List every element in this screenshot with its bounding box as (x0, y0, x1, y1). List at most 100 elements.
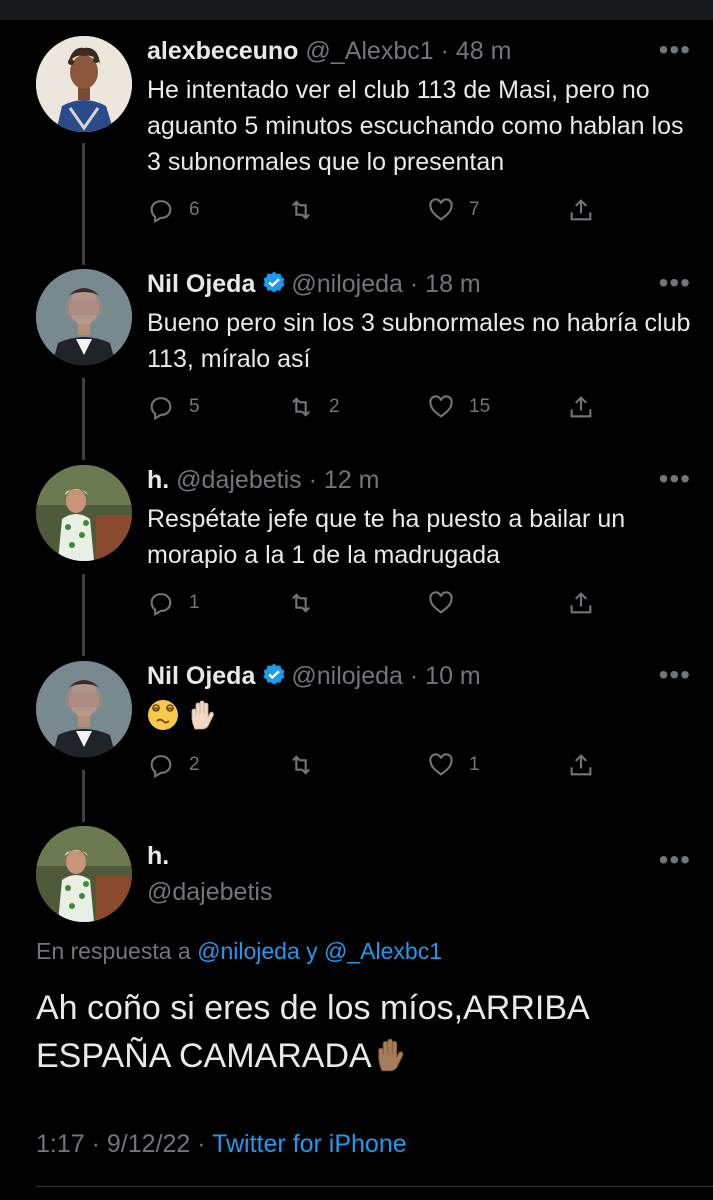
woozy-face-emoji-icon (148, 700, 178, 730)
retweet-icon (292, 755, 310, 775)
tweet-header: Nil Ojeda @nilojeda · 10 m (147, 661, 481, 691)
reply-icon (150, 593, 172, 617)
separator-dot: · (308, 466, 317, 494)
tweet[interactable]: alexbeceuno @_Alexbc1 · 48 m ••• He inte… (0, 34, 713, 236)
avatar[interactable] (36, 269, 132, 365)
main-text-line-content: ESPAÑA CAMARADA (36, 1037, 372, 1075)
heart-icon (429, 395, 453, 418)
raised-hand-emoji-icon (377, 1038, 404, 1072)
separator-dot: · (440, 37, 449, 65)
like-count: 15 (469, 396, 491, 417)
reply-count: 5 (189, 396, 200, 417)
main-tweet-text: Ah coño si eres de los míos,ARRIBA ESPAÑ… (36, 984, 686, 1080)
author-handle[interactable]: @_Alexbc1 (305, 37, 433, 65)
reply-button[interactable]: 2 (147, 747, 200, 783)
retweet-icon (292, 397, 310, 417)
retweet-icon (292, 593, 310, 613)
reply-count: 1 (189, 592, 200, 613)
tweet-timestamp[interactable]: 1:17 (36, 1130, 85, 1158)
reply-user-link[interactable]: @nilojeda (197, 938, 300, 964)
tweet-text (147, 699, 692, 735)
heart-icon (429, 753, 453, 776)
retweet-button[interactable] (287, 585, 329, 621)
share-icon (570, 396, 592, 418)
author-name[interactable]: h. (147, 466, 169, 494)
tweet-time[interactable]: 48 m (456, 37, 512, 65)
tweet-meta: 1:17 · 9/12/22 · Twitter for iPhone (36, 1130, 407, 1159)
reply-icon (150, 200, 172, 224)
more-options-icon[interactable]: ••• (659, 267, 691, 299)
like-button[interactable]: 7 (427, 192, 480, 228)
like-button[interactable]: 15 (427, 389, 490, 425)
retweet-button[interactable] (287, 747, 329, 783)
reply-icon (150, 755, 172, 779)
retweet-button[interactable] (287, 192, 329, 228)
reply-user-link[interactable]: @_Alexbc1 (324, 938, 442, 964)
reply-button[interactable]: 5 (147, 389, 200, 425)
more-options-icon[interactable]: ••• (659, 659, 691, 691)
retweet-count: 2 (329, 396, 340, 417)
heart-icon (429, 591, 453, 614)
avatar[interactable] (36, 36, 132, 132)
main-text-line: ESPAÑA CAMARADA (36, 1032, 686, 1080)
tweet-time[interactable]: 12 m (324, 466, 380, 494)
tweet-text: Respétate jefe que te ha puesto a bailar… (147, 505, 626, 569)
reply-prefix: En respuesta a (36, 938, 191, 964)
heart-icon (429, 198, 453, 221)
author-handle[interactable]: @dajebetis (147, 878, 272, 907)
tweet-date[interactable]: 9/12/22 (107, 1130, 190, 1158)
divider (36, 1186, 713, 1187)
separator-dot: · (409, 662, 419, 690)
tweet[interactable]: Nil Ojeda @nilojeda · 10 m ••• 2 1 (0, 659, 713, 791)
share-icon (570, 754, 592, 776)
tweet[interactable]: h. @dajebetis · 12 m ••• Respétate jefe … (0, 463, 713, 645)
author-name[interactable]: Nil Ojeda (147, 270, 255, 298)
like-button[interactable]: 1 (427, 747, 480, 783)
separator-dot: · (409, 270, 419, 298)
more-options-icon[interactable]: ••• (659, 844, 691, 876)
like-count: 1 (469, 754, 480, 775)
like-count: 7 (469, 199, 480, 220)
raised-hand-emoji-icon (191, 700, 214, 730)
share-icon (570, 199, 592, 221)
reply-icon (150, 397, 172, 421)
share-button[interactable] (567, 585, 595, 621)
tweet-actions: 1 (147, 585, 607, 621)
verified-badge-icon (263, 663, 285, 685)
author-name[interactable]: h. (147, 842, 169, 871)
avatar[interactable] (36, 465, 132, 561)
tweet-time[interactable]: 10 m (425, 662, 481, 690)
reply-count: 6 (189, 199, 200, 220)
separator-dot: · (91, 1130, 100, 1158)
reply-button[interactable]: 6 (147, 192, 200, 228)
author-handle[interactable]: @dajebetis (176, 466, 301, 494)
separator-dot: · (197, 1130, 206, 1158)
author-handle[interactable]: @nilojeda (291, 270, 403, 298)
main-text-line: Ah coño si eres de los míos,ARRIBA (36, 989, 590, 1027)
tweet-text: He intentado ver el club 113 de Masi, pe… (147, 76, 684, 176)
reply-button[interactable]: 1 (147, 585, 200, 621)
tweet-actions: 2 1 (147, 747, 607, 783)
top-bar (0, 0, 713, 20)
tweet-source[interactable]: Twitter for iPhone (212, 1130, 407, 1158)
tweet[interactable]: Nil Ojeda @nilojeda · 18 m ••• Bueno pero… (0, 267, 713, 449)
tweet-text: Bueno pero sin los 3 subnormales no habr… (147, 309, 691, 373)
reply-count: 2 (189, 754, 200, 775)
author-name[interactable]: alexbeceuno (147, 37, 298, 65)
replying-to: En respuesta a @nilojeda y @_Alexbc1 (36, 938, 442, 965)
more-options-icon[interactable]: ••• (659, 463, 691, 495)
tweet-header: h. @dajebetis · 12 m (147, 465, 379, 495)
share-button[interactable] (567, 389, 595, 425)
avatar[interactable] (36, 826, 132, 922)
author-handle[interactable]: @nilojeda (291, 662, 403, 690)
retweet-button[interactable]: 2 (287, 389, 340, 425)
like-button[interactable] (427, 585, 469, 621)
tweet-time[interactable]: 18 m (425, 270, 481, 298)
reply-and: y (306, 938, 318, 964)
share-button[interactable] (567, 192, 595, 228)
avatar[interactable] (36, 661, 132, 757)
author-name[interactable]: Nil Ojeda (147, 662, 255, 690)
main-tweet: h. @dajebetis ••• En respuesta a @niloje… (0, 826, 713, 1200)
more-options-icon[interactable]: ••• (659, 34, 691, 66)
share-button[interactable] (567, 747, 595, 783)
